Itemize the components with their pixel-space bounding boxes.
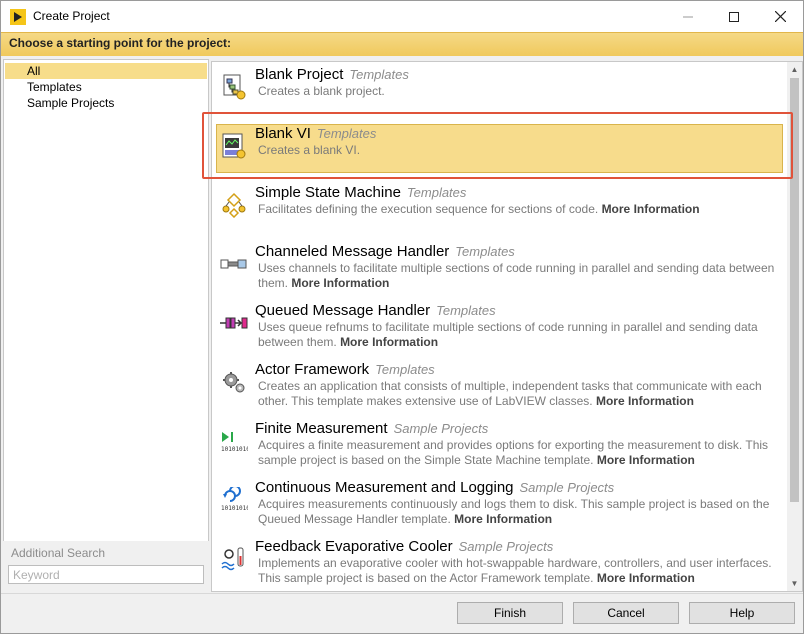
cancel-button[interactable]: Cancel xyxy=(573,602,679,624)
queue-icon xyxy=(220,309,248,337)
template-title: Blank Project xyxy=(255,66,344,83)
category-label: Sample Projects xyxy=(27,96,115,110)
template-title: Channeled Message Handler xyxy=(255,243,450,260)
template-title: Simple State Machine xyxy=(255,184,401,201)
additional-search: Additional Search xyxy=(3,541,209,592)
help-button[interactable]: Help xyxy=(689,602,795,624)
finish-button[interactable]: Finish xyxy=(457,602,563,624)
template-category: Sample Projects xyxy=(393,421,489,436)
template-category: Sample Projects xyxy=(519,480,615,495)
more-information-link[interactable]: More Information xyxy=(597,453,695,467)
template-description: Uses queue refnums to facilitate multipl… xyxy=(258,320,758,349)
scroll-up-arrow-icon[interactable]: ▲ xyxy=(787,62,802,77)
instruction-banner: Choose a starting point for the project: xyxy=(1,32,803,56)
channel-icon xyxy=(220,250,248,278)
category-label: Templates xyxy=(27,80,82,94)
dialog-footer: Finish Cancel Help xyxy=(1,593,803,633)
close-button[interactable] xyxy=(757,1,803,32)
template-category: Sample Projects xyxy=(458,539,554,554)
minimize-button[interactable] xyxy=(665,1,711,32)
instruction-text: Choose a starting point for the project: xyxy=(9,36,232,50)
cooler-icon xyxy=(220,545,248,573)
keyword-search-input[interactable] xyxy=(8,565,204,584)
state-machine-icon xyxy=(220,191,248,219)
template-description: Facilitates defining the execution seque… xyxy=(258,202,599,216)
template-category: Templates xyxy=(436,303,496,318)
maximize-icon xyxy=(729,11,739,22)
maximize-button[interactable] xyxy=(711,1,757,32)
svg-text:10101010: 10101010 xyxy=(221,446,248,453)
more-information-link[interactable]: More Information xyxy=(596,394,694,408)
template-item-queued-message-handler[interactable]: Queued Message Handler Templates Uses que… xyxy=(212,298,788,357)
more-information-link[interactable]: More Information xyxy=(454,512,552,526)
template-title: Finite Measurement xyxy=(255,420,388,437)
category-all[interactable]: All xyxy=(5,63,207,79)
template-category: Templates xyxy=(349,67,409,82)
gears-icon xyxy=(220,368,248,396)
template-category: Templates xyxy=(375,362,435,377)
labview-app-icon xyxy=(10,9,26,25)
more-information-link[interactable]: More Information xyxy=(602,202,700,216)
create-project-dialog: Create Project Choose a starting point f… xyxy=(0,0,804,634)
template-item-actor-framework[interactable]: Actor Framework Templates Creates an appl… xyxy=(212,357,788,416)
template-category: Templates xyxy=(406,185,467,200)
continuous-measurement-icon: 10101010 xyxy=(220,486,248,514)
more-information-link[interactable]: More Information xyxy=(340,335,438,349)
category-list: All Templates Sample Projects xyxy=(3,59,209,592)
more-information-link[interactable]: More Information xyxy=(291,276,389,290)
annotation-highlight-box xyxy=(202,112,793,179)
template-item-simple-state-machine[interactable]: Simple State Machine Templates Facilitate… xyxy=(212,180,788,239)
template-item-continuous-measurement-and-logging[interactable]: 10101010 Continuous Measurement and Logg… xyxy=(212,475,788,534)
template-title: Queued Message Handler xyxy=(255,302,431,319)
category-label: All xyxy=(27,64,41,78)
template-title: Feedback Evaporative Cooler xyxy=(255,538,453,555)
more-information-link[interactable]: More Information xyxy=(597,571,695,585)
template-item-feedback-evaporative-cooler[interactable]: Feedback Evaporative Cooler Sample Projec… xyxy=(212,534,788,591)
close-icon xyxy=(774,11,786,22)
template-item-channeled-message-handler[interactable]: Channeled Message Handler Templates Uses … xyxy=(212,239,788,298)
category-sample-projects[interactable]: Sample Projects xyxy=(5,95,207,111)
template-category: Templates xyxy=(455,244,515,259)
title-bar: Create Project xyxy=(1,1,803,32)
minimize-icon xyxy=(683,16,693,17)
template-title: Continuous Measurement and Logging xyxy=(255,479,514,496)
window-title: Create Project xyxy=(33,9,110,23)
finite-measurement-icon: 10101010 xyxy=(220,427,248,455)
template-title: Actor Framework xyxy=(255,361,370,378)
scroll-down-arrow-icon[interactable]: ▼ xyxy=(787,576,802,591)
category-templates[interactable]: Templates xyxy=(5,79,207,95)
svg-text:10101010: 10101010 xyxy=(221,505,248,512)
additional-search-label: Additional Search xyxy=(11,546,106,560)
template-description: Creates a blank project. xyxy=(258,84,385,98)
template-item-finite-measurement[interactable]: 10101010 Finite Measurement Sample Projec… xyxy=(212,416,788,475)
project-icon xyxy=(220,73,248,101)
